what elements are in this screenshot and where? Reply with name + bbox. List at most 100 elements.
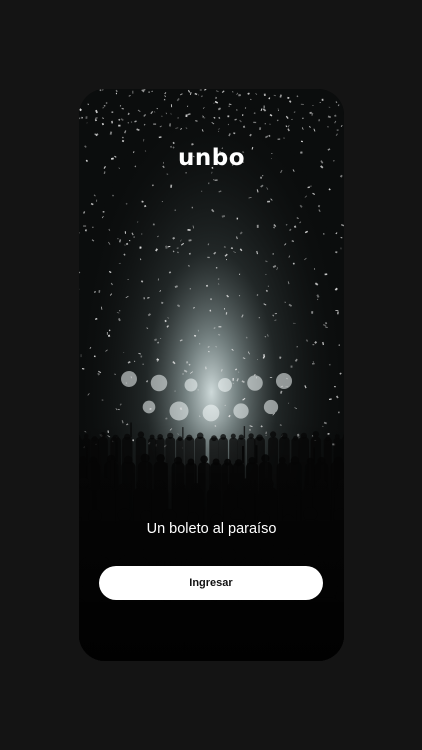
confetti-piece [199, 89, 202, 91]
confetti-piece [139, 246, 142, 249]
confetti-piece [213, 179, 215, 181]
confetti-piece [163, 98, 166, 101]
confetti-piece [142, 363, 144, 365]
stage-light [263, 399, 279, 415]
confetti-piece [96, 199, 98, 202]
confetti-piece [187, 229, 191, 231]
login-button[interactable]: Ingresar [99, 566, 323, 600]
confetti-piece [127, 279, 129, 280]
confetti-piece [103, 105, 106, 107]
confetti-piece [333, 386, 336, 388]
confetti-piece [253, 112, 256, 115]
confetti-piece [185, 172, 187, 174]
confetti-piece [218, 130, 220, 132]
confetti-piece [132, 90, 134, 94]
confetti-piece [263, 93, 266, 97]
confetti-piece [177, 117, 179, 119]
confetti-piece [260, 176, 262, 179]
confetti-piece [311, 311, 314, 314]
confetti-piece [226, 259, 227, 261]
confetti-piece [198, 94, 200, 96]
stage-light [169, 401, 189, 421]
confetti-piece [210, 298, 212, 301]
confetti-piece [285, 386, 289, 388]
stage-light [142, 400, 156, 414]
confetti-piece [227, 115, 230, 118]
confetti-piece [256, 224, 259, 228]
confetti-piece [277, 138, 281, 140]
stage-light [121, 371, 137, 387]
confetti-piece [152, 223, 155, 226]
confetti-piece [161, 301, 164, 304]
confetti-piece [118, 124, 121, 127]
confetti-piece [191, 206, 194, 209]
confetti-piece [318, 119, 320, 122]
confetti-piece [264, 123, 266, 125]
confetti-piece [85, 116, 88, 119]
confetti-piece [157, 278, 159, 281]
confetti-piece [312, 344, 315, 346]
stage-light [202, 404, 220, 422]
confetti-piece [292, 322, 296, 324]
stage-light [218, 378, 232, 392]
stage-light [247, 375, 263, 391]
confetti-piece [272, 253, 274, 255]
confetti-piece [199, 343, 201, 345]
confetti-piece [215, 267, 218, 269]
confetti-piece [151, 90, 153, 92]
confetti-piece [336, 129, 339, 132]
confetti-piece [186, 361, 189, 364]
confetti-piece [111, 111, 114, 113]
confetti-piece [328, 363, 331, 366]
confetti-piece [242, 125, 246, 128]
confetti-piece [290, 365, 293, 368]
confetti-piece [140, 355, 143, 358]
confetti-piece [324, 273, 328, 276]
confetti-piece [124, 231, 126, 234]
confetti-piece [121, 139, 125, 143]
confetti-piece [311, 363, 315, 365]
confetti-piece [225, 312, 228, 315]
confetti-piece [244, 107, 247, 109]
confetti-piece [153, 123, 157, 125]
confetti-piece [257, 359, 258, 361]
confetti-piece [117, 238, 119, 240]
confetti-piece [319, 102, 321, 104]
confetti-piece [207, 256, 210, 259]
confetti-piece [340, 247, 342, 250]
confetti-piece [205, 366, 207, 369]
confetti-piece [106, 332, 108, 335]
confetti-piece [338, 344, 340, 346]
confetti-piece [232, 377, 234, 381]
app-logo: unbo [177, 145, 245, 171]
confetti-piece [214, 179, 218, 181]
confetti-piece [241, 114, 244, 116]
confetti-piece [185, 114, 188, 118]
confetti-piece [309, 111, 312, 114]
confetti-piece [263, 105, 265, 109]
stage-light [233, 403, 249, 419]
confetti-piece [321, 98, 324, 101]
confetti-piece [255, 376, 257, 379]
confetti-piece [102, 211, 105, 213]
confetti-piece [83, 225, 87, 227]
confetti-piece [80, 354, 82, 358]
confetti-piece [262, 354, 266, 356]
confetti-piece [287, 96, 290, 99]
stage-light [275, 372, 293, 390]
confetti-piece [323, 233, 325, 235]
confetti-piece [189, 288, 191, 290]
confetti-piece [164, 319, 167, 323]
stage-light [150, 374, 168, 392]
confetti-piece [238, 94, 241, 97]
confetti-piece [253, 121, 257, 124]
confetti-piece [218, 326, 222, 328]
tagline: Un boleto al paraíso [146, 521, 277, 537]
confetti-piece [80, 91, 83, 93]
confetti-piece [274, 313, 278, 315]
confetti-piece [236, 217, 239, 220]
phone-screen: unbo Un boleto al paraíso Ingresar [79, 89, 344, 661]
stage-light [184, 378, 198, 392]
confetti-piece [312, 105, 314, 106]
confetti-piece [267, 200, 271, 203]
